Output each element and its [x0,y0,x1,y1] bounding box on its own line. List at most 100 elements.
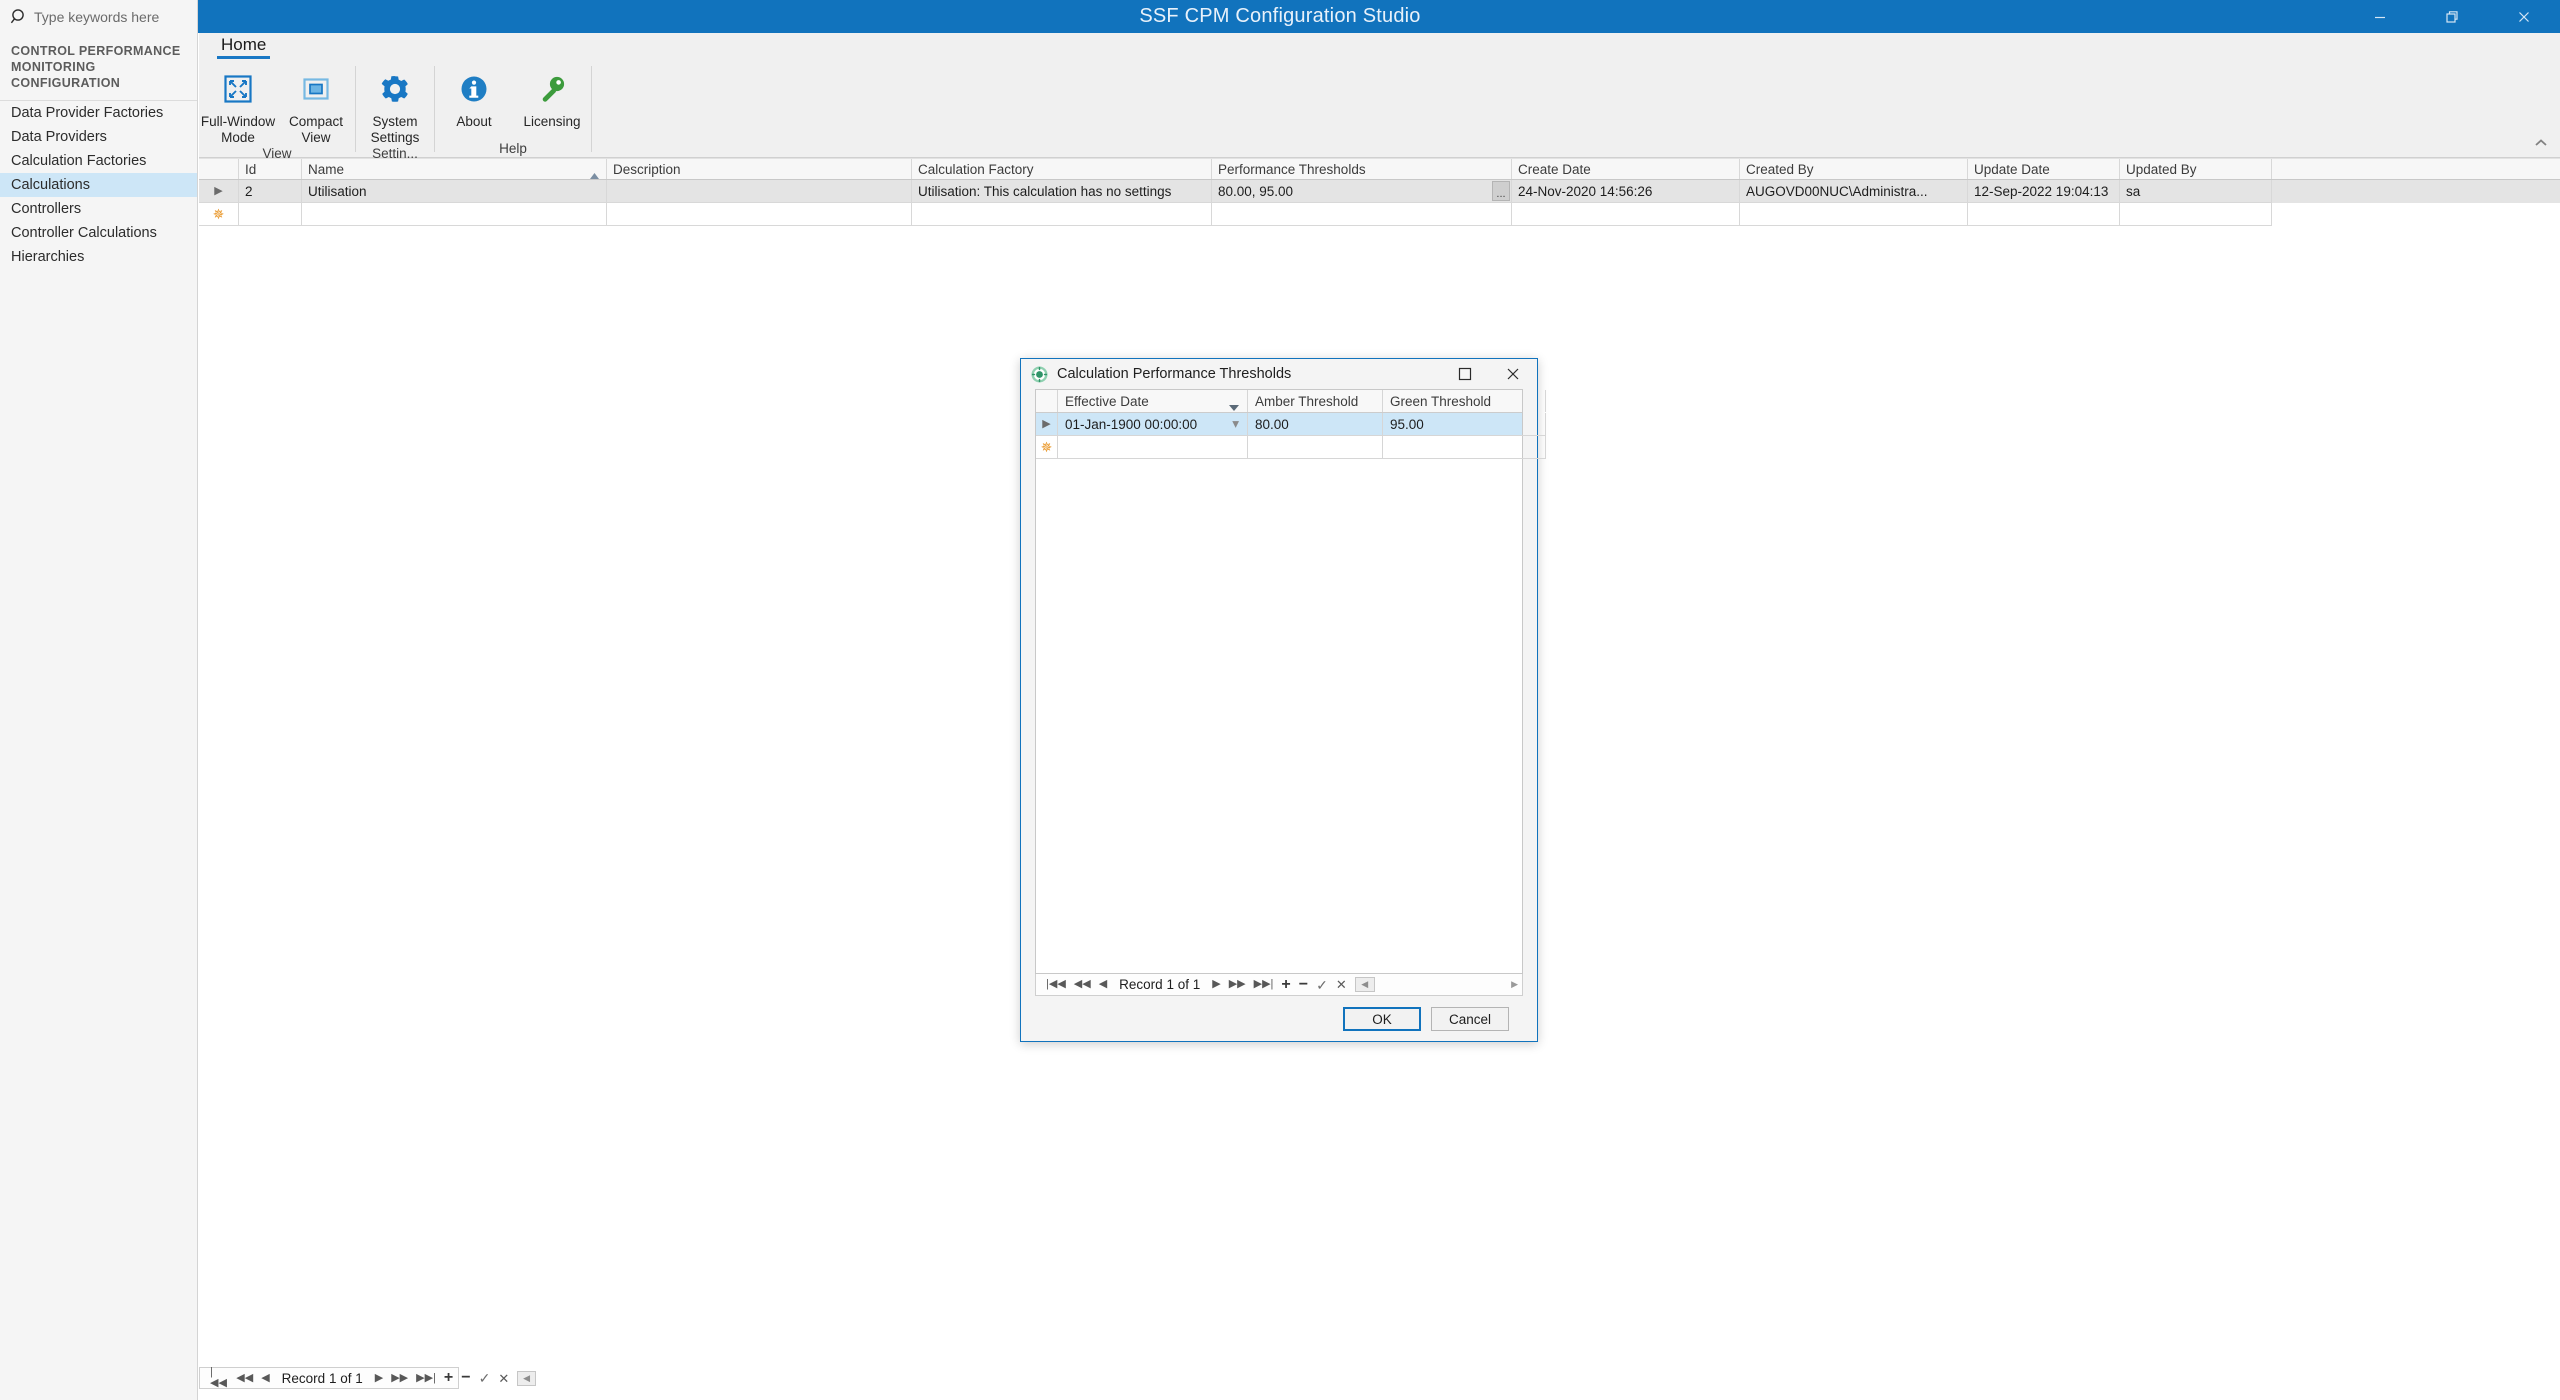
dialog-body: Effective Date Amber Threshold Green Thres… [1021,389,1546,1031]
dialog-nav-first-button[interactable]: |◀◀ [1042,976,1070,994]
dialog-nav-cancel-button[interactable]: ✕ [1332,978,1351,991]
new-row-cell[interactable] [1968,203,2120,226]
sidebar-item-controller-calculations[interactable]: Controller Calculations [0,221,197,245]
nav-last-button[interactable]: ▶▶| [412,1369,440,1387]
column-header-label: Performance Thresholds [1218,161,1366,177]
new-row-cell[interactable] [2120,203,2272,226]
nav-cancel-button[interactable]: ✕ [494,1372,513,1385]
column-header-name[interactable]: Name [302,159,607,179]
column-header-label: Created By [1746,161,1814,177]
nav-confirm-button[interactable]: ✓ [475,1371,495,1385]
column-header-label: Name [308,161,345,177]
ribbon-group-separator [591,66,592,152]
column-header-performance-thresholds[interactable]: Performance Thresholds [1212,159,1512,179]
thresholds-cell-amber-threshold[interactable] [1248,436,1383,459]
thresholds-column-header-amber-threshold[interactable]: Amber Threshold [1248,390,1383,412]
new-row-cell[interactable] [1512,203,1740,226]
nav-add-button[interactable]: + [440,1370,457,1386]
thresholds-cell-effective-date[interactable] [1058,436,1248,459]
new-row-cell[interactable] [1740,203,1968,226]
cell-performance-thresholds[interactable]: 80.00, 95.00... [1212,180,1512,203]
new-row-cell[interactable] [1212,203,1512,226]
column-header-created-by[interactable]: Created By [1740,159,1968,179]
restore-button[interactable] [2416,0,2488,33]
sidebar-item-data-provider-factories[interactable]: Data Provider Factories [0,101,197,125]
chevron-up-icon[interactable] [2532,136,2550,154]
dialog-nav-delete-button[interactable]: − [1295,976,1312,993]
thresholds-cell-green-threshold[interactable]: 95.00 [1383,413,1546,436]
date-dropdown-caret-icon[interactable]: ▾ [1232,416,1239,432]
cell-description[interactable] [607,180,912,203]
sidebar-item-calculations[interactable]: Calculations [0,173,197,197]
key-icon [537,69,567,109]
thresholds-cell-effective-date[interactable]: 01-Jan-1900 00:00:00 ▾ [1058,413,1248,436]
tab-home[interactable]: Home [215,35,272,59]
dialog-maximize-button[interactable] [1441,359,1489,389]
column-header-create-date[interactable]: Create Date [1512,159,1740,179]
sidebar-item-data-providers[interactable]: Data Providers [0,125,197,149]
sidebar-item-controllers[interactable]: Controllers [0,197,197,221]
ribbon-group-settings: System Settings Settin... [356,60,434,161]
new-row-star-icon: ✵ [199,203,239,226]
cancel-button[interactable]: Cancel [1431,1007,1509,1031]
new-row-cell[interactable] [239,203,302,226]
cell-updated-by[interactable]: sa [2120,180,2272,203]
cell-update-date[interactable]: 12-Sep-2022 19:04:13 [1968,180,2120,203]
cell-created-by[interactable]: AUGOVD00NUC\Administra... [1740,180,1968,203]
thresholds-column-header-green-threshold[interactable]: Green Threshold [1383,390,1546,412]
minimize-button[interactable] [2344,0,2416,33]
dialog-close-button[interactable] [1489,359,1537,389]
cell-create-date[interactable]: 24-Nov-2020 14:56:26 [1512,180,1740,203]
close-button[interactable] [2488,0,2560,33]
table-row[interactable]: ▶ 2 Utilisation Utilisation: This calculati… [199,180,2560,203]
full-window-mode-button[interactable]: Full-Window Mode [199,67,277,146]
sidebar-item-hierarchies[interactable]: Hierarchies [0,245,197,269]
column-header-id[interactable]: Id [239,159,302,179]
dialog-nav-scroll-box[interactable]: ◀ [1354,977,1375,992]
cell-id[interactable]: 2 [239,180,302,203]
dialog-nav-prev-button[interactable]: ◀ [1095,976,1111,994]
nav-next-button[interactable]: ▶ [371,1369,387,1387]
cell-calculation-factory[interactable]: Utilisation: This calculation has no set… [912,180,1212,203]
new-row-star-icon: ✵ [1036,436,1058,459]
thresholds-new-row[interactable]: ✵ [1036,436,1546,459]
ok-button[interactable]: OK [1343,1007,1421,1031]
system-settings-button[interactable]: System Settings [356,67,434,146]
licensing-button[interactable]: Licensing [513,67,591,130]
new-row-cell[interactable] [607,203,912,226]
nav-delete-button[interactable]: − [457,1370,474,1386]
thresholds-cell-green-threshold[interactable] [1383,436,1546,459]
open-thresholds-editor-button[interactable]: ... [1492,181,1510,201]
column-header-calculation-factory[interactable]: Calculation Factory [912,159,1212,179]
compact-view-button[interactable]: Compact View [277,67,355,146]
column-header-label: Description [613,161,681,177]
column-header-update-date[interactable]: Update Date [1968,159,2120,179]
cell-value: 95.00 [1390,416,1424,432]
dialog-nav-confirm-button[interactable]: ✓ [1312,978,1332,992]
dialog-nav-next-page-button[interactable]: ▶▶ [1225,976,1250,994]
dialog-nav-add-button[interactable]: + [1277,976,1294,993]
thresholds-column-header-effective-date[interactable]: Effective Date [1058,390,1248,412]
dialog-nav-prev-page-button[interactable]: ◀◀ [1070,976,1095,994]
new-row-cell[interactable] [912,203,1212,226]
new-row-cell[interactable] [302,203,607,226]
dialog-nav-next-button[interactable]: ▶ [1208,976,1224,994]
dialog-nav-scroll-right-icon[interactable]: ▶ [1511,979,1518,990]
nav-next-page-button[interactable]: ▶▶ [387,1369,412,1387]
thresholds-cell-amber-threshold[interactable]: 80.00 [1248,413,1383,436]
search-input[interactable] [34,8,184,25]
cell-name[interactable]: Utilisation [302,180,607,203]
nav-prev-page-button[interactable]: ◀◀ [232,1369,257,1387]
column-header-updated-by[interactable]: Updated By [2120,159,2272,179]
cell-value: Utilisation: This calculation has no set… [918,183,1172,199]
dialog-nav-last-button[interactable]: ▶▶| [1250,976,1278,994]
about-button[interactable]: About [435,67,513,130]
nav-prev-button[interactable]: ◀ [257,1369,273,1387]
cell-value: 01-Jan-1900 00:00:00 [1065,416,1198,432]
column-header-description[interactable]: Description [607,159,912,179]
sidebar-item-calculation-factories[interactable]: Calculation Factories [0,149,197,173]
new-row[interactable]: ✵ [199,203,2560,226]
thresholds-table-row[interactable]: ▶ 01-Jan-1900 00:00:00 ▾ 80.00 95.00 [1036,413,1546,436]
nav-first-button[interactable]: |◀◀ [206,1367,232,1389]
nav-scroll-box[interactable]: ◀ [517,1370,536,1386]
